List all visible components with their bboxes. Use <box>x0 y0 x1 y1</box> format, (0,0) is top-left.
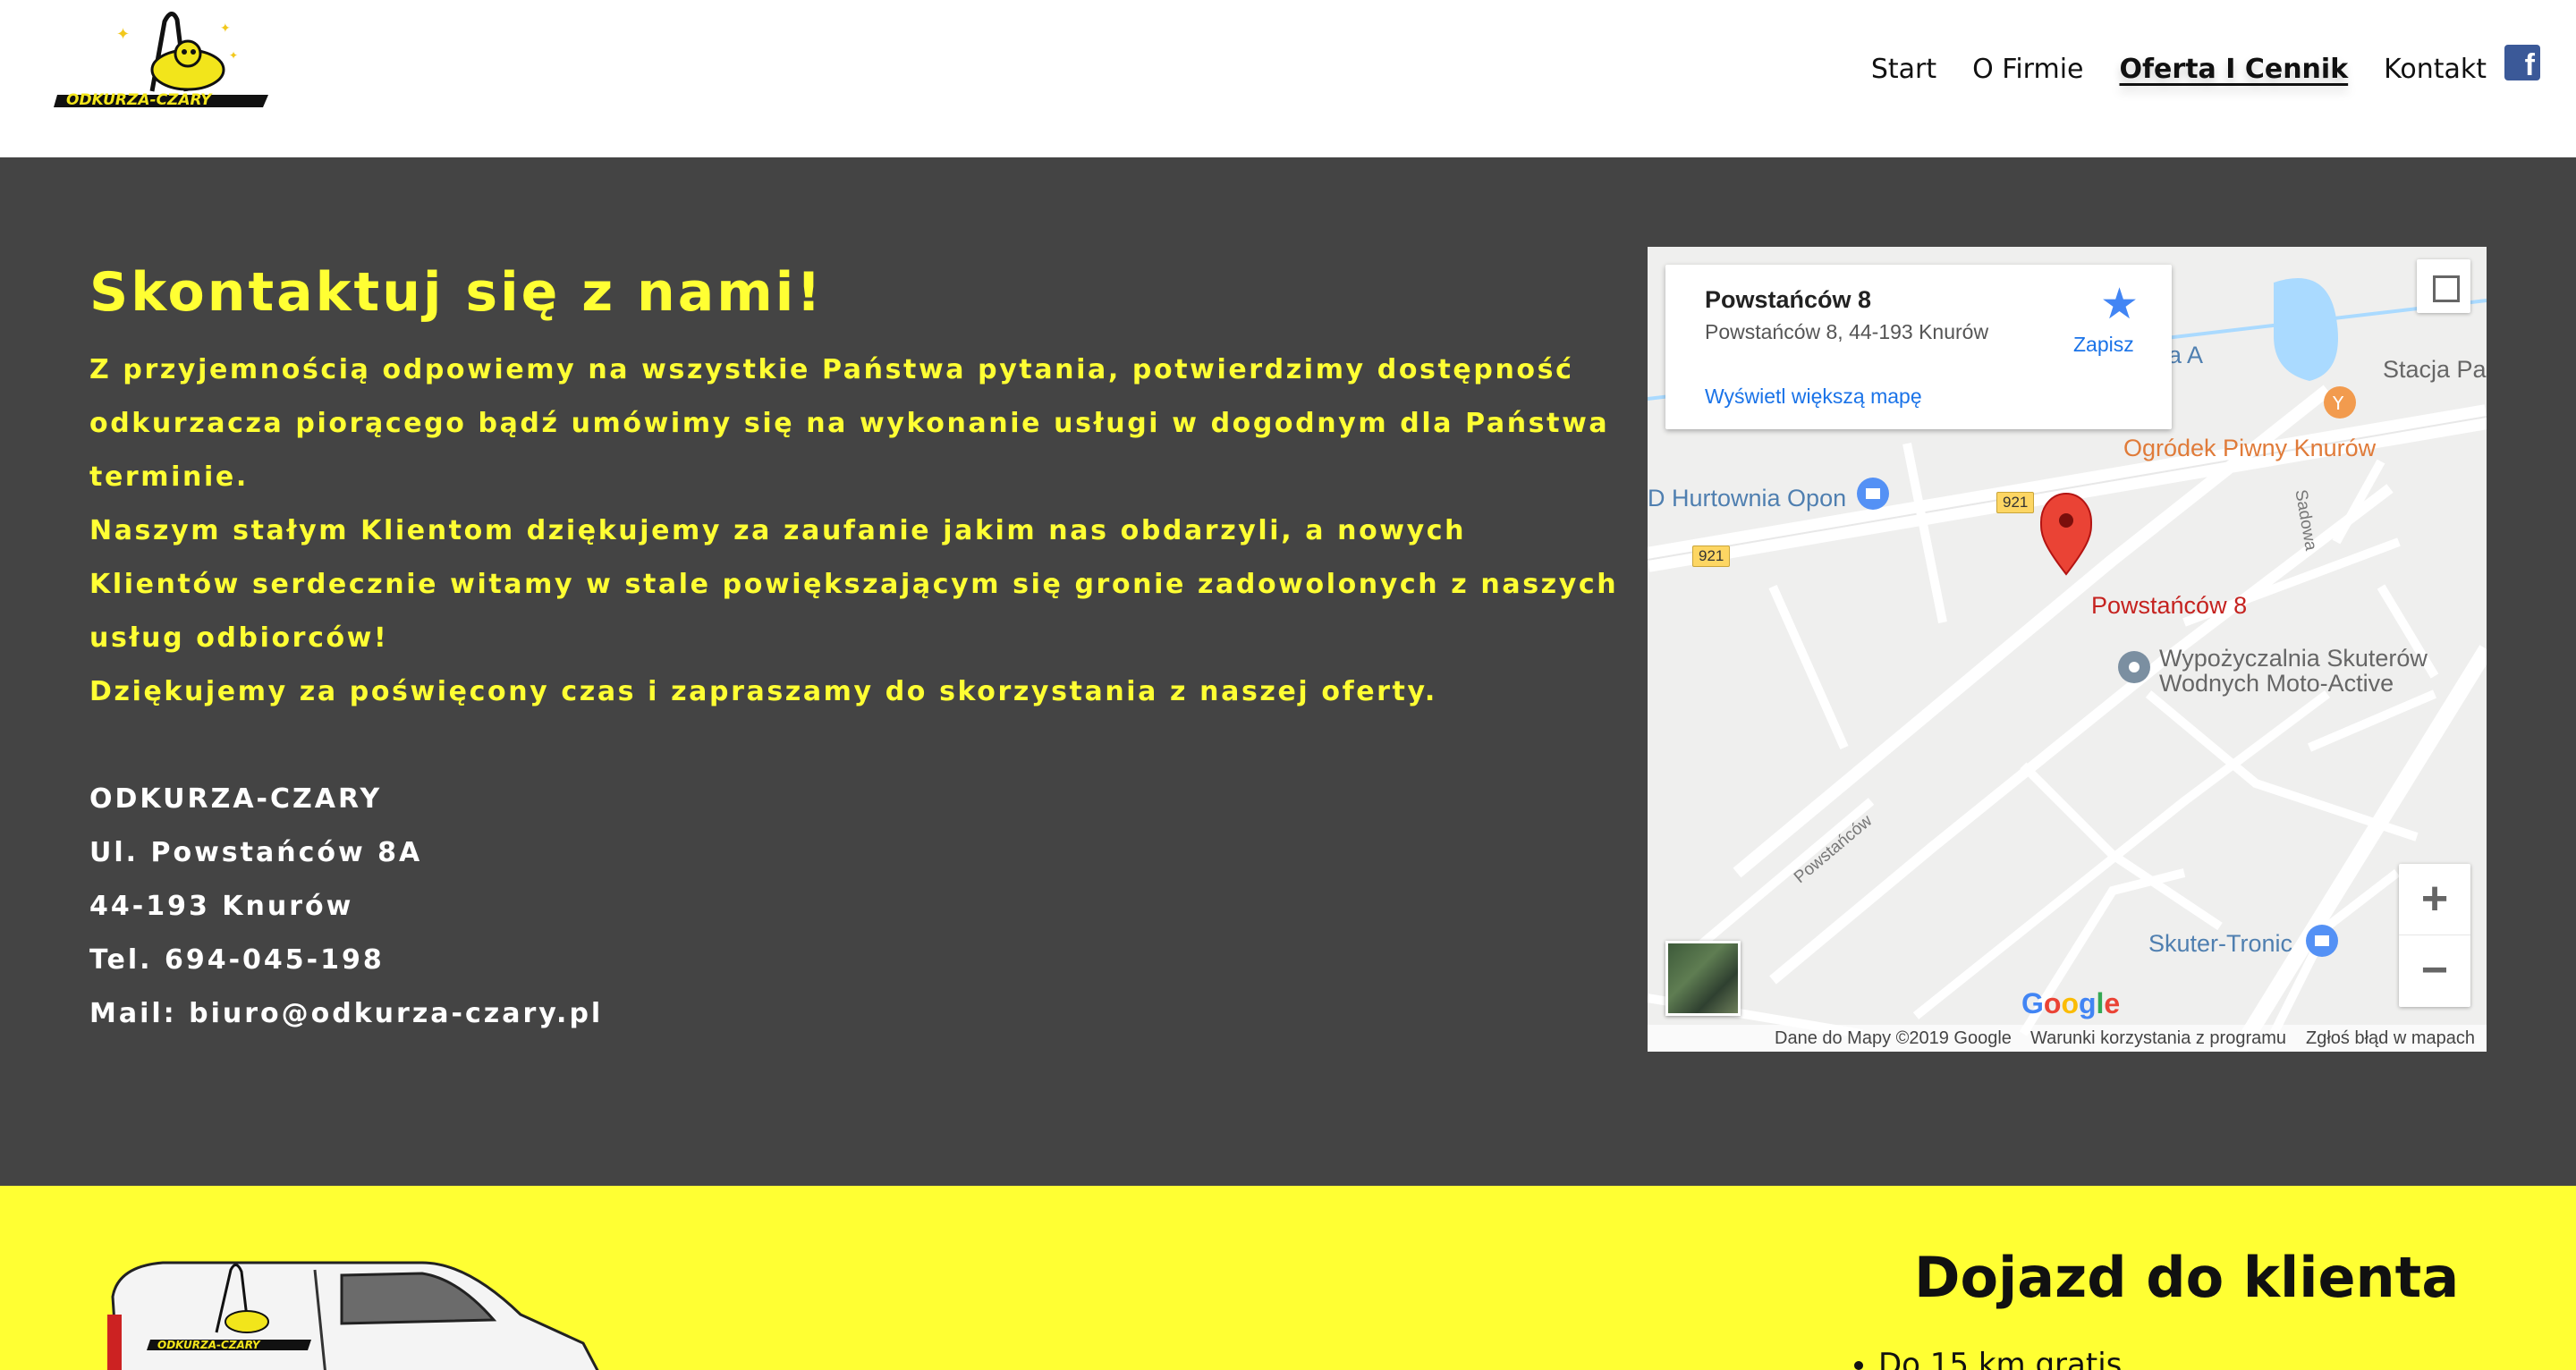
map-attribution: Dane do Mapy ©2019 Google Warunki korzys… <box>1648 1025 2487 1052</box>
blue-poi-icon[interactable] <box>1857 478 1889 510</box>
contact-details: ODKURZA-CZARY Ul. Powstańców 8A 44-193 K… <box>89 773 1628 1041</box>
map-report-link[interactable]: Zgłoś błąd w mapach <box>2306 1028 2475 1049</box>
nav-oferta-i-cennik[interactable]: Oferta I Cennik <box>2120 50 2349 89</box>
svg-text:✦: ✦ <box>116 25 130 44</box>
zoom-out-button[interactable]: − <box>2399 935 2470 1007</box>
star-icon[interactable]: ★ <box>2100 279 2139 329</box>
save-place-button[interactable]: Zapisz <box>2073 333 2134 357</box>
place-address: Powstańców 8, 44-193 Knurów <box>1705 320 1989 343</box>
road-badge-921: 921 <box>1996 492 2035 513</box>
view-larger-map-link[interactable]: Wyświetl większą mapę <box>1705 385 1922 409</box>
google-logo-letter: o <box>2043 987 2062 1019</box>
travel-section: ODKURZA-CZARY Dojazd do klienta Do 15 km… <box>0 1186 2576 1370</box>
main-nav: Start O Firmie Oferta I Cennik Kontakt <box>1835 50 2487 89</box>
gray-poi-icon[interactable] <box>2118 651 2150 683</box>
orange-poi-icon[interactable]: Y <box>2324 386 2356 419</box>
poi-a-label[interactable]: a A <box>2168 342 2203 369</box>
fullscreen-button[interactable] <box>2417 259 2470 313</box>
poi-wypozyczalnia-line-2: Wodnych Moto-Active <box>2159 670 2394 697</box>
poi-wypozyczalnia[interactable]: Wypożyczalnia Skuterów Wodnych Moto-Acti… <box>2159 646 2428 696</box>
google-map[interactable]: Y 921 921 Sadowa Powstańców Ogródek Piwn… <box>1648 247 2487 1052</box>
list-item: Do 15 km gratis <box>1878 1347 2122 1370</box>
company-van-image: ODKURZA-CZARY <box>100 1261 601 1370</box>
phone-number[interactable]: Tel. 694-045-198 <box>89 934 1628 987</box>
poi-hurtownia-opon[interactable]: D Hurtownia Opon <box>1648 485 1846 512</box>
logo-text: ODKURZA-CZARY <box>66 91 213 109</box>
company-name: ODKURZA-CZARY <box>89 783 383 815</box>
blue-poi-icon[interactable] <box>2306 925 2338 957</box>
nav-start[interactable]: Start <box>1871 50 1936 89</box>
google-logo-letter: G <box>2021 987 2044 1019</box>
travel-list: Do 15 km gratis <box>1878 1347 2122 1370</box>
contact-paragraph-1: Z przyjemnością odpowiemy na wszystkie P… <box>89 354 1610 493</box>
contact-text: Skontaktuj się z nami! Z przyjemnością o… <box>89 261 1628 1041</box>
satellite-toggle[interactable] <box>1665 941 1741 1016</box>
van-logo-text: ODKURZA-CZARY <box>157 1339 261 1351</box>
pin-label[interactable]: Powstańców 8 <box>2091 592 2247 620</box>
travel-title: Dojazd do klienta <box>1914 1245 2460 1310</box>
city-address: 44-193 Knurów <box>89 891 354 922</box>
zoom-controls: + − <box>2399 864 2470 1007</box>
map-terms-link[interactable]: Warunki korzystania z programu <box>2030 1028 2286 1049</box>
road-badge-921: 921 <box>1692 545 1731 567</box>
nav-o-firmie[interactable]: O Firmie <box>1972 50 2083 89</box>
contact-paragraph-3: Dziękujemy za poświęcony czas i zaprasza… <box>89 676 1437 707</box>
site-header: ✦ ✦ ✦ ODKURZA-CZARY Start O Firmie Ofert… <box>0 0 2576 157</box>
google-logo: Google <box>2021 987 2120 1020</box>
contact-paragraph-2: Naszym stałym Klientom dziękujemy za zau… <box>89 515 1619 654</box>
svg-text:✦: ✦ <box>229 49 238 62</box>
google-logo-letter: e <box>2104 987 2121 1019</box>
poi-skuter-tronic[interactable]: Skuter-Tronic <box>2148 930 2292 958</box>
zoom-in-button[interactable]: + <box>2399 864 2470 935</box>
poi-ogrodek-piwny[interactable]: Ogródek Piwny Knurów <box>2123 435 2376 462</box>
nav-kontakt[interactable]: Kontakt <box>2384 50 2487 89</box>
email-address[interactable]: Mail: biuro@odkurza-czary.pl <box>89 987 1628 1041</box>
poi-wypozyczalnia-line-1: Wypożyczalnia Skuterów <box>2159 645 2428 672</box>
svg-text:✦: ✦ <box>220 21 231 36</box>
facebook-icon[interactable]: f <box>2504 45 2540 80</box>
map-data-credit: Dane do Mapy ©2019 Google <box>1775 1028 2012 1048</box>
contact-title: Skontaktuj się z nami! <box>89 261 824 324</box>
google-logo-letter: g <box>2078 987 2097 1019</box>
site-logo[interactable]: ✦ ✦ ✦ ODKURZA-CZARY <box>54 5 272 111</box>
google-logo-letter: o <box>2061 987 2079 1019</box>
place-name: Powstańców 8 <box>1705 286 1872 313</box>
map-place-card: Powstańców 8 Powstańców 8, 44-193 Knurów… <box>1665 265 2172 429</box>
poi-stacja[interactable]: Stacja Pa <box>2383 356 2487 384</box>
street-address: Ul. Powstańców 8A <box>89 837 423 868</box>
svg-text:Y: Y <box>2332 393 2344 414</box>
